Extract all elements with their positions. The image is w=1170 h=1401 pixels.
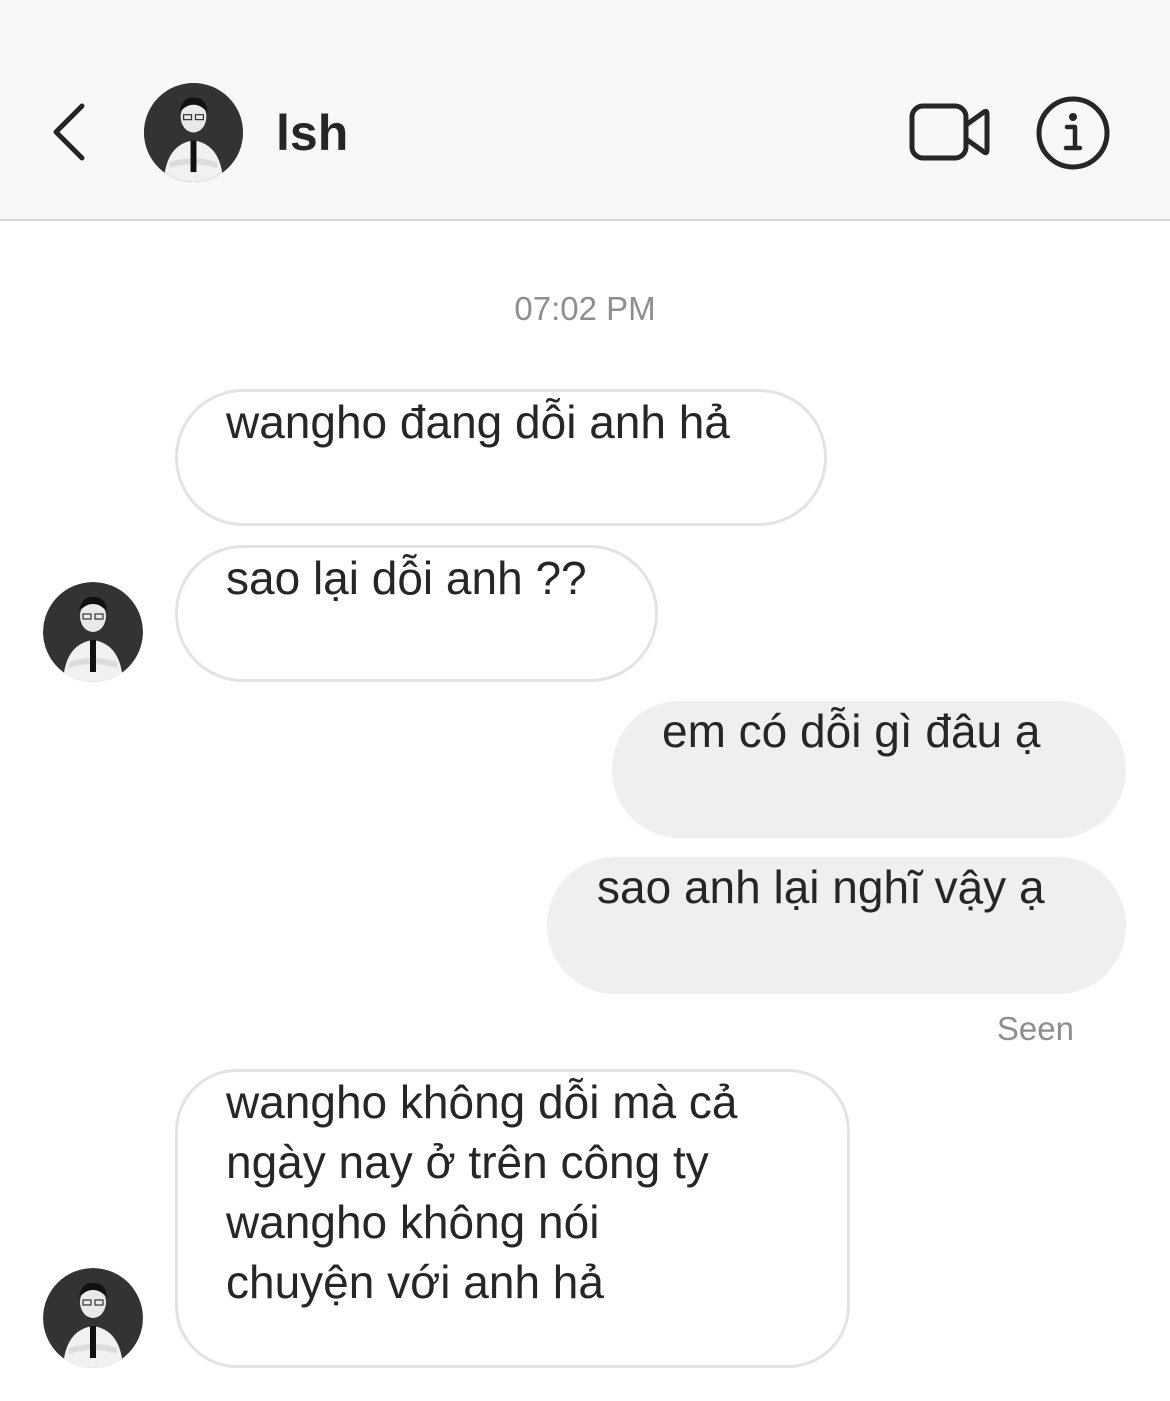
back-button[interactable] [40,92,100,172]
message-bubble-incoming[interactable]: sao lại dỗi anh ?? [175,545,658,682]
message-text: sao lại dỗi anh ?? [226,552,587,604]
avatar-photo [43,1268,143,1368]
info-button[interactable] [1034,94,1112,172]
message-text-line: chuyện với anh hả [226,1256,604,1308]
message-bubble-incoming[interactable]: wangho đang dỗi anh hả [175,389,827,526]
message-text-line: wangho không nói [226,1196,600,1248]
contact-name[interactable]: lsh [276,104,348,162]
seen-receipt: Seen [996,1010,1074,1047]
message-bubble-outgoing[interactable]: em có dỗi gì đâu ạ [612,701,1126,838]
chevron-left-icon [53,103,85,161]
avatar-photo [43,582,143,682]
info-circle-icon [1036,96,1110,170]
message-bubble-incoming[interactable]: wangho không dỗi mà cả ngày nay ở trên c… [175,1069,850,1368]
sender-avatar[interactable] [43,582,143,682]
video-camera-icon [909,103,990,161]
message-timestamp: 07:02 PM [514,290,656,327]
message-text: wangho đang dỗi anh hả [226,396,730,448]
message-text-line: ngày nay ở trên công ty [226,1136,709,1188]
chat-header: lsh [0,0,1170,221]
message-text: em có dỗi gì đâu ạ [662,705,1041,757]
contact-avatar[interactable] [144,83,243,182]
sender-avatar[interactable] [43,1268,143,1368]
message-text-line: wangho không dỗi mà cả [226,1076,738,1128]
message-text: sao anh lại nghĩ vậy ạ [597,861,1045,913]
video-call-button[interactable] [906,98,992,166]
message-bubble-outgoing[interactable]: sao anh lại nghĩ vậy ạ [547,857,1126,994]
avatar-photo [144,83,243,182]
